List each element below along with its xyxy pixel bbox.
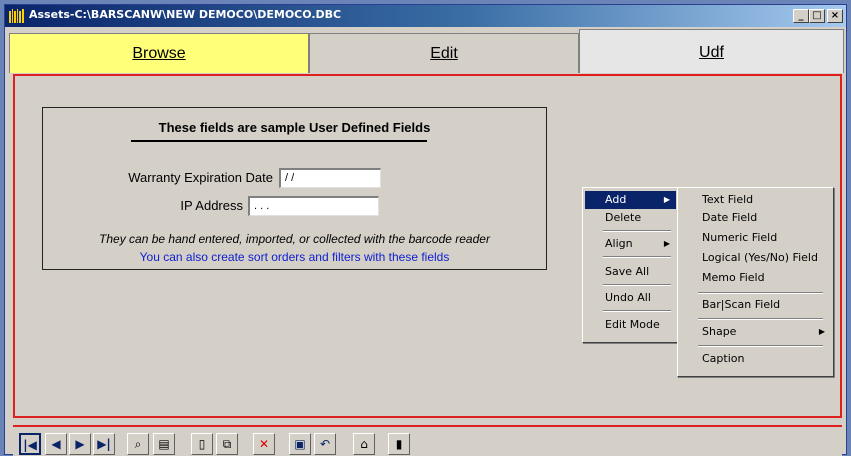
tab-edit-label: Edit (430, 45, 458, 62)
menu-separator (698, 292, 823, 294)
find-button[interactable]: ⌕ (127, 433, 149, 455)
tab-browse-label: Browse (132, 45, 186, 62)
udf-note: They can be hand entered, imported, or c… (99, 232, 490, 246)
last-record-icon: ▶| (97, 437, 111, 451)
app-window: Assets-C:\BARSCANW\NEW DEMOCO\DEMOCO.DBC… (4, 4, 847, 456)
app-icon (9, 9, 24, 23)
submenu-logical-field[interactable]: Logical (Yes/No) Field (680, 249, 831, 267)
submenu-arrow-icon: ▶ (663, 239, 670, 248)
filter-icon: ▤ (158, 437, 170, 451)
exit-door-icon: ▮ (395, 437, 403, 451)
submenu-arrow-icon: ▶ (818, 327, 825, 336)
navigation-toolbar: |◀ ◀ ▶ ▶| ⌕ ▤ ▯ ⧉ ✕ ▣ ↶ ⌂ ▮ (13, 425, 842, 456)
first-record-button[interactable]: |◀ (19, 433, 41, 455)
next-record-icon: ▶ (75, 437, 85, 451)
context-menu: Add ▶ Delete Align ▶ Save All Undo All E… (582, 187, 679, 343)
submenu-caption[interactable]: Caption (680, 350, 831, 368)
maximize-button[interactable]: □ (809, 9, 825, 23)
menu-item-align-label: Align (605, 237, 633, 250)
filter-button[interactable]: ▤ (153, 433, 175, 455)
heading-underline (131, 140, 427, 142)
tab-edit[interactable]: Edit (309, 33, 579, 73)
undo-icon: ↶ (319, 437, 331, 451)
find-binoculars-icon: ⌕ (134, 437, 142, 451)
menu-item-save-all[interactable]: Save All (585, 263, 676, 281)
udf-note-blue: You can also create sort orders and filt… (139, 250, 450, 264)
ip-address-label: IP Address (180, 198, 243, 213)
menu-separator (603, 284, 671, 286)
submenu-barscan-field[interactable]: Bar|Scan Field (680, 296, 831, 314)
submenu-memo-field[interactable]: Memo Field (680, 269, 831, 287)
copy-record-icon: ⧉ (222, 437, 232, 451)
submenu-date-field[interactable]: Date Field (680, 209, 831, 227)
last-record-button[interactable]: ▶| (93, 433, 115, 455)
menu-item-add[interactable]: Add ▶ (585, 191, 676, 209)
save-disk-icon: ▣ (294, 437, 306, 451)
delete-record-button[interactable]: ✕ (253, 433, 275, 455)
menu-item-edit-mode[interactable]: Edit Mode (585, 316, 676, 334)
tab-browse[interactable]: Browse (9, 33, 309, 73)
submenu-arrow-icon: ▶ (663, 195, 670, 204)
previous-record-icon: ◀ (51, 437, 61, 451)
window-title: Assets-C:\BARSCANW\NEW DEMOCO\DEMOCO.DBC (29, 8, 342, 21)
menu-item-align[interactable]: Align ▶ (585, 235, 676, 253)
new-record-icon: ▯ (198, 437, 206, 451)
copy-record-button[interactable]: ⧉ (216, 433, 238, 455)
menu-separator (698, 345, 823, 347)
submenu-shape-label: Shape (702, 325, 737, 338)
save-button[interactable]: ▣ (289, 433, 311, 455)
tab-udf-label: Udf (699, 44, 724, 61)
close-button[interactable]: × (827, 9, 843, 23)
home-button[interactable]: ⌂ (353, 433, 375, 455)
menu-separator (603, 230, 671, 232)
tab-udf[interactable]: Udf (579, 29, 844, 73)
menu-separator (603, 310, 671, 312)
delete-record-icon: ✕ (258, 437, 270, 451)
previous-record-button[interactable]: ◀ (45, 433, 67, 455)
new-record-button[interactable]: ▯ (191, 433, 213, 455)
submenu-numeric-field[interactable]: Numeric Field (680, 229, 831, 247)
menu-item-delete[interactable]: Delete (585, 209, 676, 227)
add-submenu: Text Field Date Field Numeric Field Logi… (677, 187, 834, 377)
ip-address-field[interactable]: . . . (248, 196, 379, 216)
menu-separator (603, 256, 671, 258)
submenu-text-field[interactable]: Text Field (680, 191, 831, 209)
submenu-shape[interactable]: Shape ▶ (680, 323, 831, 341)
udf-heading: These fields are sample User Defined Fie… (158, 120, 431, 135)
menu-item-undo-all[interactable]: Undo All (585, 289, 676, 307)
home-icon: ⌂ (360, 437, 368, 451)
menu-item-add-label: Add (605, 193, 627, 206)
tab-strip: Browse Edit Udf (9, 29, 844, 73)
udf-sample-box: These fields are sample User Defined Fie… (42, 107, 547, 270)
warranty-date-label: Warranty Expiration Date (128, 170, 273, 185)
first-record-icon: |◀ (23, 438, 37, 452)
menu-separator (698, 318, 823, 320)
warranty-date-field[interactable]: / / (279, 168, 381, 188)
undo-button[interactable]: ↶ (314, 433, 336, 455)
title-bar[interactable]: Assets-C:\BARSCANW\NEW DEMOCO\DEMOCO.DBC… (5, 5, 846, 27)
minimize-button[interactable]: _ (793, 9, 809, 23)
exit-button[interactable]: ▮ (388, 433, 410, 455)
next-record-button[interactable]: ▶ (69, 433, 91, 455)
